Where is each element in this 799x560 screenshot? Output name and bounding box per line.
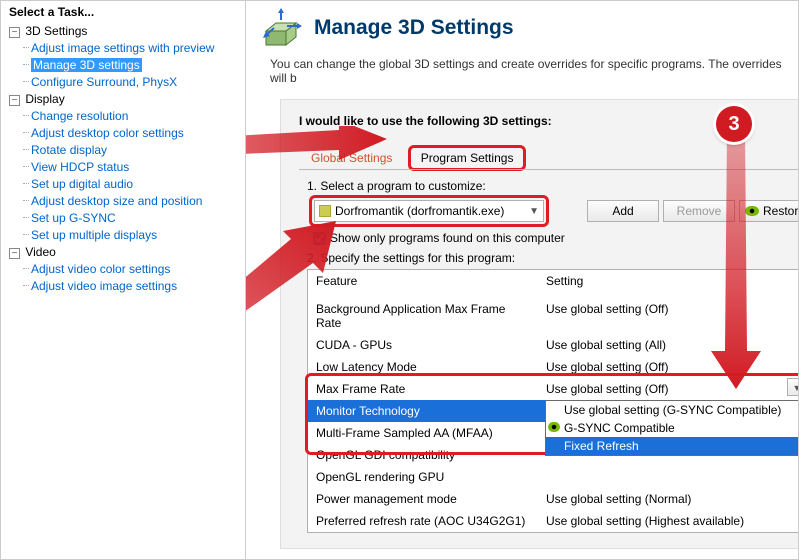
program-select[interactable]: Dorfromantik (dorfromantik.exe) ▼: [314, 200, 544, 222]
feature-name: Monitor Technology: [308, 400, 538, 422]
tree-item[interactable]: Configure Surround, PhysX: [31, 75, 177, 89]
tab-global-settings[interactable]: Global Settings: [299, 146, 404, 170]
col-feature: Feature: [308, 270, 538, 292]
sidebar-title: Select a Task...: [5, 3, 245, 21]
tab-program-settings[interactable]: Program Settings: [408, 145, 527, 171]
tree-item[interactable]: Set up G-SYNC: [31, 211, 116, 225]
step2-label: 2. Specify the settings for this program…: [307, 251, 798, 265]
feature-row[interactable]: Preferred refresh rate (AOC U34G2G1)Use …: [308, 510, 798, 532]
feature-name: CUDA - GPUs: [308, 334, 538, 356]
feature-row[interactable]: Max Frame RateUse global setting (Off): [308, 378, 798, 400]
tree-item[interactable]: Set up digital audio: [31, 177, 133, 191]
program-name: Dorfromantik (dorfromantik.exe): [335, 204, 504, 218]
chevron-down-icon: ▼: [529, 206, 539, 217]
dropdown-option[interactable]: Use global setting (G-SYNC Compatible): [546, 401, 798, 419]
tree-expander[interactable]: −: [9, 248, 20, 259]
main-content: Manage 3D Settings You can change the gl…: [246, 1, 798, 559]
tree-item[interactable]: Adjust desktop color settings: [31, 126, 184, 140]
task-sidebar: Select a Task... − 3D Settings Adjust ima…: [1, 1, 246, 559]
feature-name: OpenGL rendering GPU: [308, 466, 538, 488]
feature-row[interactable]: Power management modeUse global setting …: [308, 488, 798, 510]
step1-label: 1. Select a program to customize:: [307, 179, 798, 193]
restore-button[interactable]: Restore: [739, 200, 798, 222]
feature-name: Power management mode: [308, 488, 538, 510]
show-only-checkbox[interactable]: [313, 232, 326, 245]
feature-value: Use global setting (Off): [538, 356, 798, 378]
feature-value: [538, 466, 798, 488]
tree-item[interactable]: Adjust video color settings: [31, 262, 170, 276]
tree-item[interactable]: View HDCP status: [31, 160, 129, 174]
col-setting: Setting: [538, 270, 798, 292]
feature-name: Preferred refresh rate (AOC U34G2G1): [308, 510, 538, 532]
feature-row[interactable]: Background Application Max Frame RateUse…: [308, 298, 798, 334]
settings-tabs: Global Settings Program Settings: [299, 144, 798, 171]
feature-name: Multi-Frame Sampled AA (MFAA): [308, 422, 538, 444]
header-3d-icon: [262, 7, 304, 49]
page-description: You can change the global 3D settings an…: [246, 53, 798, 95]
tree-item[interactable]: Adjust desktop size and position: [31, 194, 202, 208]
feature-value: Use global setting (All): [538, 334, 798, 356]
dropdown-option[interactable]: G-SYNC Compatible: [546, 419, 798, 437]
feature-row[interactable]: OpenGL rendering GPU: [308, 466, 798, 488]
add-button[interactable]: Add: [587, 200, 659, 222]
tree-expander[interactable]: −: [9, 27, 20, 38]
tree-item[interactable]: Adjust video image settings: [31, 279, 177, 293]
tree-item[interactable]: Manage 3D settings: [31, 58, 142, 72]
program-select-highlight: Dorfromantik (dorfromantik.exe) ▼: [309, 195, 549, 227]
page-title: Manage 3D Settings: [314, 16, 514, 40]
tree-group[interactable]: Display: [25, 92, 64, 106]
tree-item[interactable]: Set up multiple displays: [31, 228, 157, 242]
remove-button[interactable]: Remove: [663, 200, 735, 222]
tree-expander[interactable]: −: [9, 95, 20, 106]
feature-value: Use global setting (Highest available): [538, 510, 798, 532]
program-icon: [319, 205, 331, 217]
feature-row[interactable]: CUDA - GPUsUse global setting (All): [308, 334, 798, 356]
tree-group[interactable]: Video: [25, 245, 55, 259]
monitor-tech-chevron[interactable]: ▼: [787, 378, 798, 396]
tree-item[interactable]: Rotate display: [31, 143, 107, 157]
tree-group[interactable]: 3D Settings: [25, 24, 87, 38]
dropdown-option[interactable]: Fixed Refresh: [546, 437, 798, 455]
feature-value: Use global setting (Off): [538, 378, 798, 400]
tree-item[interactable]: Change resolution: [31, 109, 128, 123]
task-tree: − 3D Settings Adjust image settings with …: [5, 23, 245, 295]
feature-name: Low Latency Mode: [308, 356, 538, 378]
feature-row[interactable]: Low Latency ModeUse global setting (Off): [308, 356, 798, 378]
feature-name: Background Application Max Frame Rate: [308, 298, 538, 334]
feature-name: OpenGL GDI compatibility: [308, 444, 538, 466]
nvidia-icon: [548, 422, 560, 432]
tree-item[interactable]: Adjust image settings with preview: [31, 41, 214, 55]
nvidia-icon: [745, 206, 759, 216]
settings-panel: I would like to use the following 3D set…: [280, 99, 798, 549]
page-header: Manage 3D Settings: [246, 1, 798, 53]
feature-name: Max Frame Rate: [308, 378, 538, 400]
feature-value: Use global setting (Normal): [538, 488, 798, 510]
monitor-tech-dropdown[interactable]: Use global setting (G-SYNC Compatible)G-…: [545, 400, 798, 456]
feature-value: Use global setting (Off): [538, 298, 798, 334]
annotation-badge-3: 3: [716, 106, 752, 142]
show-only-label: Show only programs found on this compute…: [330, 231, 565, 245]
